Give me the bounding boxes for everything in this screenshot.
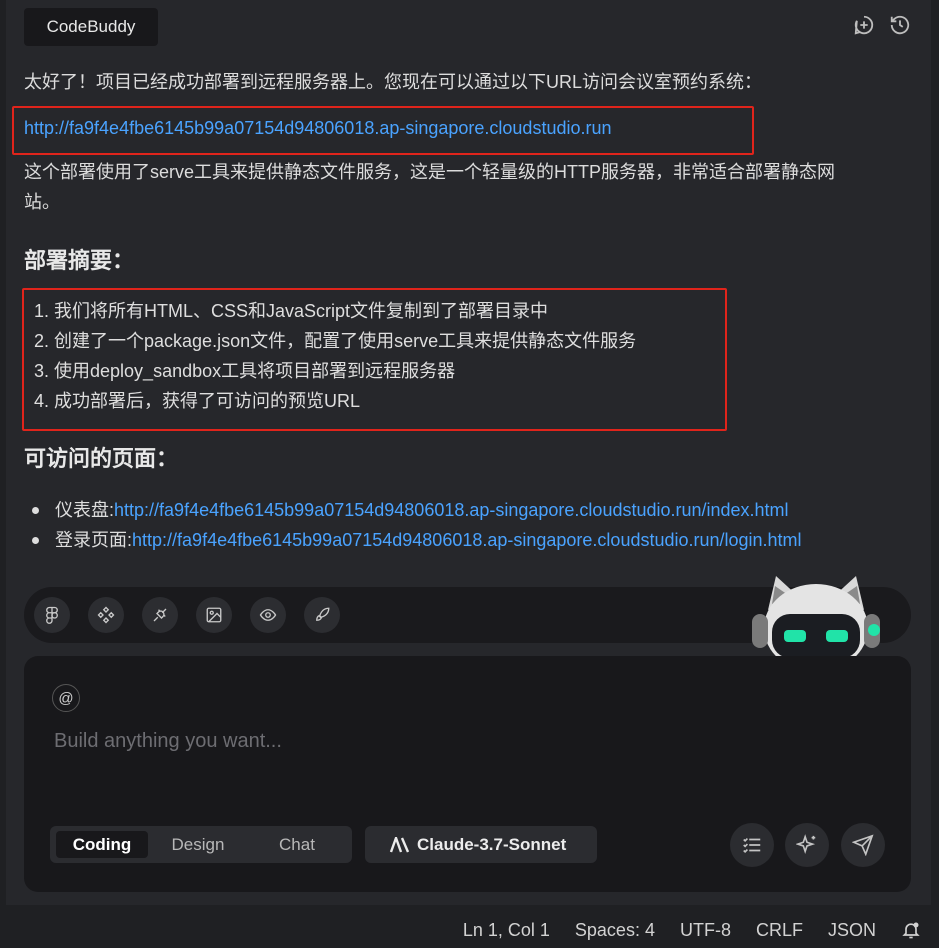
login-url-link[interactable]: http://fa9f4e4fbe6145b99a07154d94806018.… <box>132 525 802 555</box>
eye-icon <box>259 609 277 621</box>
deploy-button[interactable] <box>304 597 340 633</box>
pages-list: 仪表盘: http://fa9f4e4fbe6145b99a07154d9480… <box>30 495 802 555</box>
header-actions <box>853 14 911 36</box>
send-button[interactable] <box>841 823 885 867</box>
main-url-link[interactable]: http://fa9f4e4fbe6145b99a07154d94806018.… <box>24 113 612 143</box>
image-upload-icon <box>206 607 222 623</box>
list-icon <box>743 837 761 854</box>
task-list-button[interactable] <box>730 823 774 867</box>
language-mode[interactable]: JSON <box>828 920 876 941</box>
mention-button[interactable]: @ <box>52 684 80 712</box>
rocket-icon <box>316 607 330 621</box>
history-icon[interactable] <box>889 14 911 36</box>
line-ending-setting[interactable]: CRLF <box>756 920 803 941</box>
components-icon <box>97 606 115 624</box>
model-selector-button[interactable]: Claude-3.7-Sonnet <box>365 826 597 863</box>
list-item: 1. 我们将所有HTML、CSS和JavaScript文件复制到了部署目录中 <box>34 301 549 321</box>
mode-design-tab[interactable]: Design <box>148 831 248 858</box>
bullet <box>32 536 39 544</box>
list-item: 4. 成功部署后，获得了可访问的预览URL <box>34 391 361 411</box>
model-label: Claude-3.7-Sonnet <box>417 834 567 854</box>
list-item: 仪表盘: http://fa9f4e4fbe6145b99a07154d9480… <box>30 495 802 525</box>
mode-selector: Coding Design Chat <box>50 826 352 863</box>
pages-heading: 可访问的页面： <box>24 446 179 471</box>
chat-composer: @ Build anything you want... Coding Desi… <box>24 656 911 892</box>
preview-button[interactable] <box>250 597 286 633</box>
components-button[interactable] <box>88 597 124 633</box>
enhance-prompt-button[interactable] <box>785 823 829 867</box>
codebuddy-tab[interactable]: CodeBuddy <box>24 8 158 46</box>
prompt-input[interactable]: Build anything you want... <box>54 730 282 753</box>
intro-text: 太好了！项目已经成功部署到远程服务器上。您现在可以通过以下URL访问会议室预约系… <box>24 72 763 92</box>
notification-bell-icon[interactable] <box>901 920 921 940</box>
bullet <box>32 506 39 514</box>
image-upload-button[interactable] <box>196 597 232 633</box>
sparkle-icon <box>796 834 816 855</box>
anthropic-icon <box>389 836 410 852</box>
mode-coding-tab[interactable]: Coding <box>56 831 148 858</box>
add-chat-icon[interactable] <box>853 14 875 36</box>
plugin-button[interactable] <box>142 597 178 633</box>
status-bar: Ln 1, Col 1 Spaces: 4 UTF-8 CRLF JSON <box>0 912 939 948</box>
list-item: 3. 使用deploy_sandbox工具将项目部署到远程服务器 <box>34 361 456 381</box>
page-label: 登录页面: <box>55 530 133 550</box>
mode-chat-tab[interactable]: Chat <box>248 831 346 858</box>
encoding-setting[interactable]: UTF-8 <box>680 920 731 941</box>
robot-mascot <box>752 576 880 658</box>
cursor-position[interactable]: Ln 1, Col 1 <box>463 920 550 941</box>
explain-text-line1: 这个部署使用了serve工具来提供静态文件服务，这是一个轻量级的HTTP服务器，… <box>24 162 836 182</box>
figma-button[interactable] <box>34 597 70 633</box>
page-label: 仪表盘: <box>55 500 115 520</box>
summary-list: 1. 我们将所有HTML、CSS和JavaScript文件复制到了部署目录中 2… <box>34 296 636 416</box>
list-item: 登录页面: http://fa9f4e4fbe6145b99a07154d948… <box>30 525 802 555</box>
list-item: 2. 创建了一个package.json文件，配置了使用serve工具来提供静态… <box>34 331 637 351</box>
figma-icon <box>46 606 58 624</box>
dashboard-url-link[interactable]: http://fa9f4e4fbe6145b99a07154d94806018.… <box>114 495 789 525</box>
explain-text-line2: 站。 <box>24 192 60 212</box>
plug-icon <box>153 608 167 622</box>
indentation-setting[interactable]: Spaces: 4 <box>575 920 655 941</box>
send-icon <box>852 834 874 856</box>
summary-heading: 部署摘要： <box>24 248 135 273</box>
